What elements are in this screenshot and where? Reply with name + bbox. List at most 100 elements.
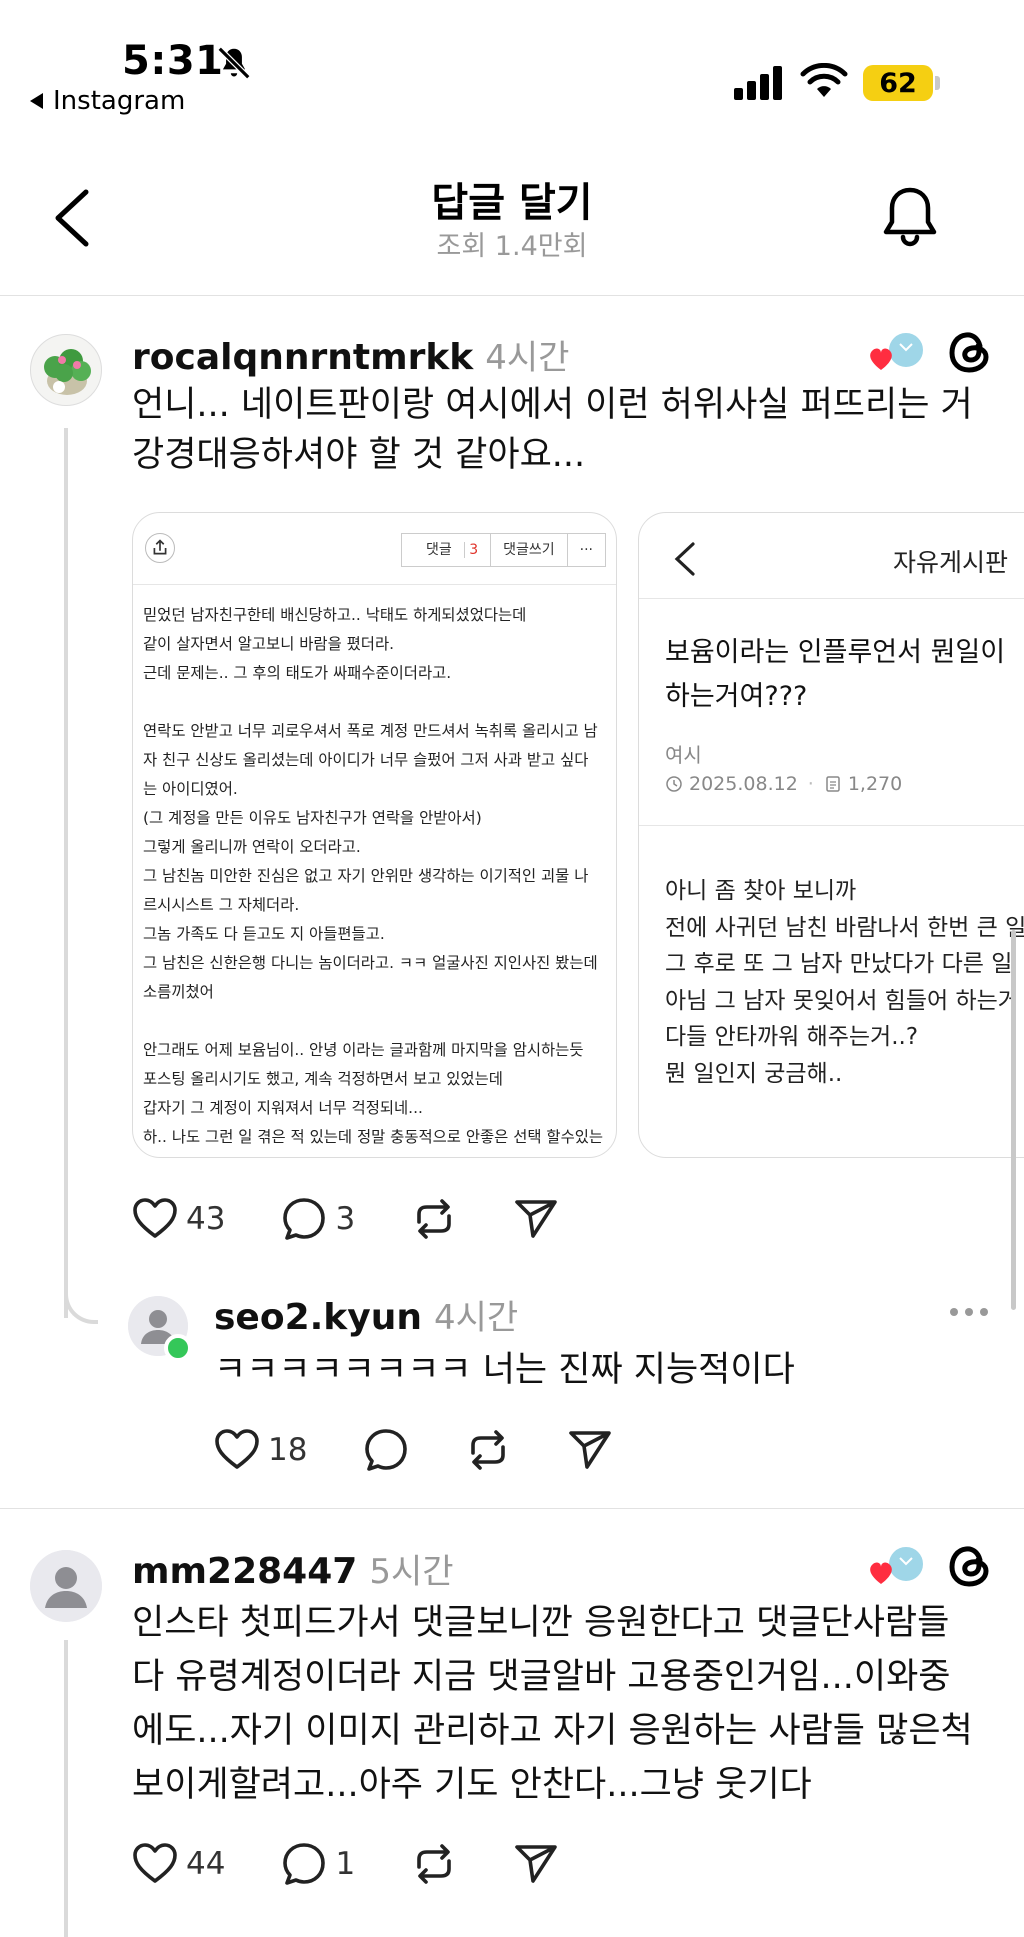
like-count: 18 <box>268 1432 308 1468</box>
thread-line-curve <box>64 1290 98 1324</box>
card-date: 2025.08.12 <box>689 773 798 795</box>
comment-button[interactable] <box>363 1427 409 1473</box>
post-text-line: 강경대응하셔야 할 것 같아요... <box>132 435 586 475</box>
card-line: 소름끼쳤어 <box>143 983 214 1001</box>
share-icon <box>145 533 175 563</box>
post-text: ㅋㅋㅋㅋㅋㅋㅋㅋ 너는 진짜 지능적이다 <box>214 1345 795 1395</box>
card-body-line: 아님 그 남자 못잊어서 힘들어 하는거 <box>665 987 1019 1014</box>
card-line: 그 남친은 신한은행 다니는 놈이더라고. ㅋㅋ 얼굴사진 지인사진 봤는데 <box>143 954 598 972</box>
card-line: 포스팅 올리시기도 했고, 계속 걱정하면서 보고 있었는데 <box>143 1070 503 1088</box>
repost-button[interactable] <box>411 1196 457 1242</box>
status-time: 5:31 <box>122 38 224 84</box>
repost-button[interactable] <box>411 1841 457 1887</box>
heart-icon <box>215 1429 259 1469</box>
post-time: 5시간 <box>369 1552 454 1592</box>
card-body-text: 아니 좀 찾아 보니까 전에 사귀던 남친 바람나서 한번 큰 일 그 후로 또… <box>665 873 1024 1092</box>
battery-tip <box>935 76 940 90</box>
post-time: 4시간 <box>433 1298 519 1338</box>
battery-icon: 62 <box>863 65 933 101</box>
write-comment-button: 댓글쓰기 <box>491 534 568 566</box>
meta-dot: · <box>807 773 814 795</box>
share-button[interactable] <box>513 1196 559 1242</box>
card-post-title: 보윰이라는 인플루언서 뭔일이 하는거여??? <box>665 631 1005 719</box>
like-count: 43 <box>186 1201 226 1237</box>
send-icon <box>515 1845 557 1883</box>
image-carousel[interactable]: 댓글 3 댓글쓰기 ··· 믿었던 남자친구한테 배신당하고.. 낙태도 하게되… <box>132 512 1024 1162</box>
repost-icon <box>417 1844 451 1884</box>
card-line: 같이 살자면서 알고보니 바람을 폈더라. <box>143 635 395 653</box>
card-line-blank <box>143 688 606 717</box>
back-to-app-link[interactable]: Instagram <box>30 86 185 116</box>
like-button[interactable]: 18 <box>214 1427 307 1473</box>
card-title-line: 하는거여??? <box>665 681 808 712</box>
username[interactable]: rocalqnnrntmrkk 4시간 <box>132 330 569 379</box>
threads-icon[interactable] <box>946 328 994 376</box>
card-line: 그놈 가족도 다 듣고도 지 아들편들고. <box>143 925 385 943</box>
comment-count: 1 <box>335 1846 356 1882</box>
scrollbar[interactable] <box>1011 930 1016 1310</box>
header: 답글 달기 조회 1.4만회 <box>0 130 1024 296</box>
comment-icon <box>283 1843 326 1885</box>
screenshot-card-yeosi[interactable]: 자유게시판 보윰이라는 인플루언서 뭔일이 하는거여??? 여시 2025.08… <box>638 512 1024 1158</box>
clock-icon <box>666 776 682 792</box>
post-actions: 43 3 <box>132 1193 615 1245</box>
avatar[interactable] <box>30 1550 102 1622</box>
card-line: 안그래도 어제 보윰님이.. 안녕 이라는 글과함께 마지막을 암시하는듯 <box>143 1041 584 1059</box>
comment-count: 3 <box>335 1201 356 1237</box>
battery-level: 62 <box>879 67 917 99</box>
post-text-line: 에도...자기 이미지 관리하고 자기 응원하는 사람들 많은척 <box>132 1711 973 1751</box>
bell-icon[interactable] <box>880 184 940 248</box>
card-line: 하.. 나도 그런 일 겪은 적 있는데 정말 충동적으로 안좋은 선택 할수있… <box>143 1128 604 1146</box>
repost-button[interactable] <box>465 1427 511 1473</box>
comment-button[interactable]: 1 <box>281 1841 355 1887</box>
default-avatar-icon <box>30 1550 102 1622</box>
board-name: 자유게시판 <box>893 548 1009 577</box>
card-toolbar: 댓글 3 댓글쓰기 ··· <box>133 513 616 585</box>
post-text-line: ㅋㅋㅋㅋㅋㅋㅋㅋ 너는 진짜 지능적이다 <box>214 1350 795 1390</box>
post-text: 인스타 첫피드가서 댓글보니깐 응원한다고 댓글단사람들 다 유령계정이더라 지… <box>132 1596 973 1812</box>
comment-count: 3 <box>469 542 479 558</box>
view-count: 조회 1.4만회 <box>436 231 588 262</box>
post-text-line: 보이게할려고...아주 기도 안찬다...그냥 웃기다 <box>132 1765 812 1805</box>
chevron-left-icon <box>674 542 695 576</box>
card-body-text: 믿었던 남자친구한테 배신당하고.. 낙태도 하게되셨었다는데 같이 살자면서 … <box>133 585 616 1152</box>
document-icon <box>826 776 840 792</box>
back-triangle-icon <box>30 93 43 109</box>
comment-button[interactable]: 3 <box>281 1196 355 1242</box>
like-count: 44 <box>186 1846 226 1882</box>
card-views: 1,270 <box>847 773 903 795</box>
card-line: (그 계정을 만든 이유도 남자친구가 연락을 안받아서) <box>143 809 482 827</box>
liked-by-author-badge <box>870 331 925 370</box>
send-icon <box>515 1200 557 1238</box>
avatar[interactable] <box>30 334 102 406</box>
like-button[interactable]: 43 <box>132 1196 225 1242</box>
username-text: seo2.kyun <box>214 1297 422 1338</box>
post-time: 4시간 <box>485 338 570 378</box>
more-button: ··· <box>579 542 593 558</box>
liked-by-author-badge <box>870 1545 925 1584</box>
bell-slash-icon <box>217 46 251 80</box>
share-button[interactable] <box>513 1841 559 1887</box>
card-line: 는 아이디였어. <box>143 780 238 798</box>
like-button[interactable]: 44 <box>132 1841 225 1887</box>
card-line: 그 남친놈 미안한 진심은 없고 자기 안위만 생각하는 이기적인 괴물 나 <box>143 867 589 885</box>
post-divider <box>0 1508 1024 1509</box>
card-meta: 2025.08.12 · 1,270 <box>665 773 902 795</box>
share-button[interactable] <box>567 1427 613 1473</box>
send-icon <box>569 1431 612 1469</box>
card-line: 근데 문제는.. 그 후의 태도가 싸패수준이더라고. <box>143 664 452 682</box>
page-title: 답글 달기 <box>431 180 593 226</box>
threads-icon[interactable] <box>946 1542 994 1590</box>
card-line-blank <box>143 1007 606 1036</box>
status-bar: 5:31 Instagram 62 <box>0 0 1024 130</box>
card-category: 여시 <box>665 743 702 767</box>
post-actions: 44 1 <box>132 1838 615 1890</box>
username[interactable]: mm228447 5시간 <box>132 1544 454 1593</box>
card-line: 갑자기 그 계정이 지워져서 너무 걱정되네... <box>143 1099 423 1117</box>
card-line: 자 친구 신상도 올리셨는데 아이디가 너무 슬펐어 그저 사과 받고 싶다 <box>143 751 589 769</box>
thread-line <box>64 428 68 1318</box>
screenshot-card-nate[interactable]: 댓글 3 댓글쓰기 ··· 믿었던 남자친구한테 배신당하고.. 낙태도 하게되… <box>132 512 617 1158</box>
comment-label: 댓글 <box>413 542 465 558</box>
more-icon[interactable] <box>950 1308 988 1316</box>
username[interactable]: seo2.kyun 4시간 <box>214 1290 518 1339</box>
